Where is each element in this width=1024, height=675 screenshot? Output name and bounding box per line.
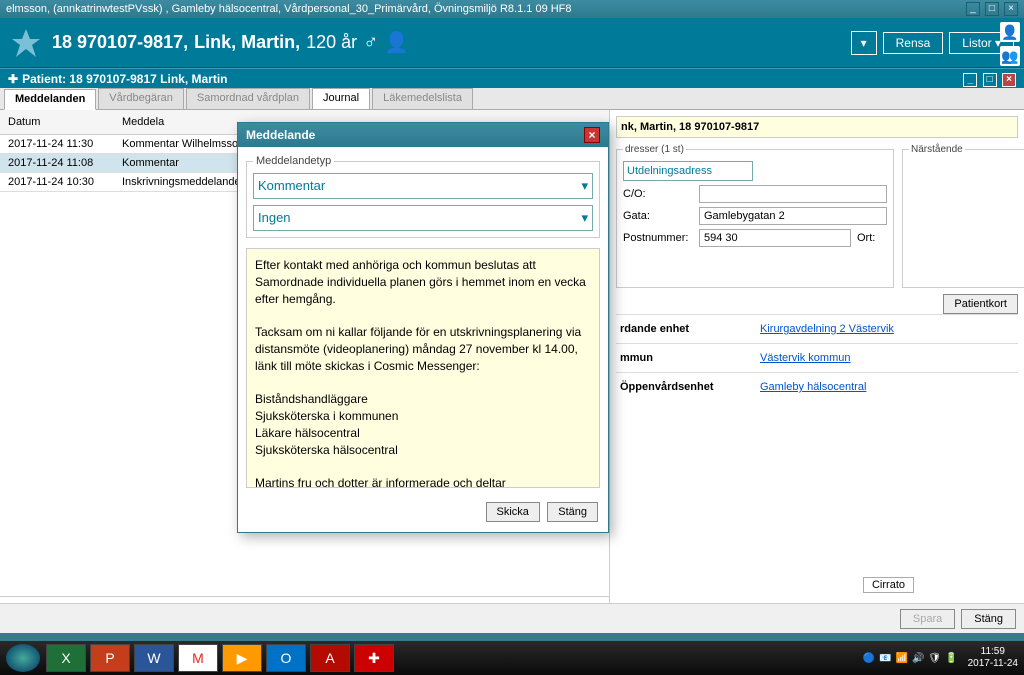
tab-vardbegaran[interactable]: Vårdbegäran [98,88,184,109]
close-icon[interactable]: × [1004,2,1018,16]
taskbar-pdf-icon[interactable]: A [310,644,350,672]
window-controls: _ □ × [964,2,1018,16]
window-title-text: elmsson, (annkatrinwtestPVssk) , Gamleby… [6,3,572,15]
sub-minimize-icon[interactable]: _ [963,73,977,87]
maximize-icon[interactable]: □ [985,2,999,16]
info-block-unit: rdande enhet Kirurgavdelning 2 Västervik [616,314,1018,343]
address-box: dresser (1 st) Utdelningsadress C/O: Gat… [616,144,894,288]
tab-journal[interactable]: Journal [312,88,370,109]
modal-stang-button[interactable]: Stäng [547,502,598,522]
adresser-legend: dresser (1 st) [623,144,686,155]
co-label: C/O: [623,188,693,200]
tray-icon[interactable]: 🔋 [945,653,957,664]
ort-label: Ort: [857,232,887,244]
group-icon[interactable]: 👥 [1000,46,1020,66]
user-icon[interactable]: 👤 [1000,22,1020,42]
tray-icon[interactable]: 🔊 [912,653,924,664]
patient-age: 120 år [306,32,357,53]
modal-close-icon[interactable]: × [584,127,600,143]
spara-button: Spara [900,609,955,629]
address-type-select[interactable]: Utdelningsadress [623,161,753,181]
kommun-label: mmun [620,352,760,364]
sub-close-icon[interactable]: × [1002,73,1016,87]
rensa-button[interactable]: Rensa [883,32,944,54]
vardande-enhet-link[interactable]: Kirurgavdelning 2 Västervik [760,323,894,335]
person-icon: 👤 [384,30,409,55]
tray-icon[interactable]: 🛡 [928,653,941,664]
col-date[interactable]: Datum [4,116,122,128]
modal-titlebar[interactable]: Meddelande × [238,123,608,147]
patientkort-button[interactable]: Patientkort [943,294,1018,314]
sub-titlebar: ✚ Patient: 18 970107-9817 Link, Martin _… [0,68,1024,88]
gata-input[interactable] [699,207,887,225]
modal-title-text: Meddelande [246,128,315,142]
male-icon: ♂ [363,31,378,54]
oppenvard-label: Öppenvårdsenhet [620,381,760,393]
taskbar-app-icon[interactable]: M [178,644,218,672]
taskbar-media-icon[interactable]: ▶ [222,644,262,672]
tab-samordnad[interactable]: Samordnad vårdplan [186,88,310,109]
taskbar-plus-icon[interactable]: ✚ [354,644,394,672]
minimize-icon[interactable]: _ [966,2,980,16]
taskbar-word-icon[interactable]: W [134,644,174,672]
stang-button[interactable]: Stäng [961,609,1016,629]
sub-maximize-icon[interactable]: □ [983,73,997,87]
patient-name: Link, Martin, [194,32,300,53]
msgtype-select-1[interactable]: Kommentar [253,173,593,199]
narstaende-legend: Närstående [909,144,965,155]
message-textarea[interactable]: Efter kontakt med anhöriga och kommun be… [246,248,600,488]
post-input[interactable] [699,229,851,247]
taskbar-excel-icon[interactable]: X [46,644,86,672]
meddelande-modal: Meddelande × Meddelandetyp Kommentar Ing… [237,122,609,533]
taskbar: X P W M ▶ O A ✚ 🔵 📧 📶 🔊 🛡 🔋 11:59 2017-1… [0,641,1024,675]
taskbar-powerpoint-icon[interactable]: P [90,644,130,672]
patient-info: 18 970107-9817, Link, Martin, 120 år ♂ 👤 [52,30,409,55]
meddelandetyp-legend: Meddelandetyp [253,155,334,167]
meddelandetyp-fieldset: Meddelandetyp Kommentar Ingen [246,155,600,238]
narstaende-box: Närstående [902,144,1024,288]
tab-lakemedel[interactable]: Läkemedelslista [372,88,473,109]
plus-icon: ✚ [8,72,18,86]
post-label: Postnummer: [623,232,693,244]
kommun-link[interactable]: Västervik kommun [760,352,850,364]
msgtype-select-2[interactable]: Ingen [253,205,593,231]
main-footer: Spara Stäng [0,603,1024,633]
patient-id: 18 970107-9817, [52,32,188,53]
tab-meddelanden[interactable]: Meddelanden [4,89,96,110]
app-logo-icon [10,27,42,59]
patient-name-line: nk, Martin, 18 970107-9817 [616,116,1018,138]
tab-row: Meddelanden Vårdbegäran Samordnad vårdpl… [0,88,1024,110]
tray-icon[interactable]: 🔵 [863,653,875,664]
gata-label: Gata: [623,210,693,222]
modal-footer: Skicka Stäng [238,496,608,532]
tray-icon[interactable]: 📶 [896,653,908,664]
vardande-enhet-label: rdande enhet [620,323,760,335]
taskbar-clock[interactable]: 11:59 2017-11-24 [962,646,1018,670]
co-input[interactable] [699,185,887,203]
cirrato-label: Cirrato [863,577,914,593]
start-button[interactable] [6,644,40,672]
app-header: 18 970107-9817, Link, Martin, 120 år ♂ 👤… [0,18,1024,68]
tray-icon[interactable]: 📧 [879,653,891,664]
info-block-kommun: mmun Västervik kommun [616,343,1018,372]
window-titlebar: elmsson, (annkatrinwtestPVssk) , Gamleby… [0,0,1024,18]
sub-title-text: Patient: 18 970107-9817 Link, Martin [22,72,227,86]
system-tray: 🔵 📧 📶 🔊 🛡 🔋 11:59 2017-11-24 [863,646,1018,670]
right-panel: nk, Martin, 18 970107-9817 dresser (1 st… [610,110,1024,633]
taskbar-outlook-icon[interactable]: O [266,644,306,672]
dropdown-icon[interactable]: ▾ [851,31,877,55]
oppenvard-link[interactable]: Gamleby hälsocentral [760,381,866,393]
info-block-oppenvard: Öppenvårdsenhet Gamleby hälsocentral [616,372,1018,401]
skicka-button[interactable]: Skicka [486,502,540,522]
